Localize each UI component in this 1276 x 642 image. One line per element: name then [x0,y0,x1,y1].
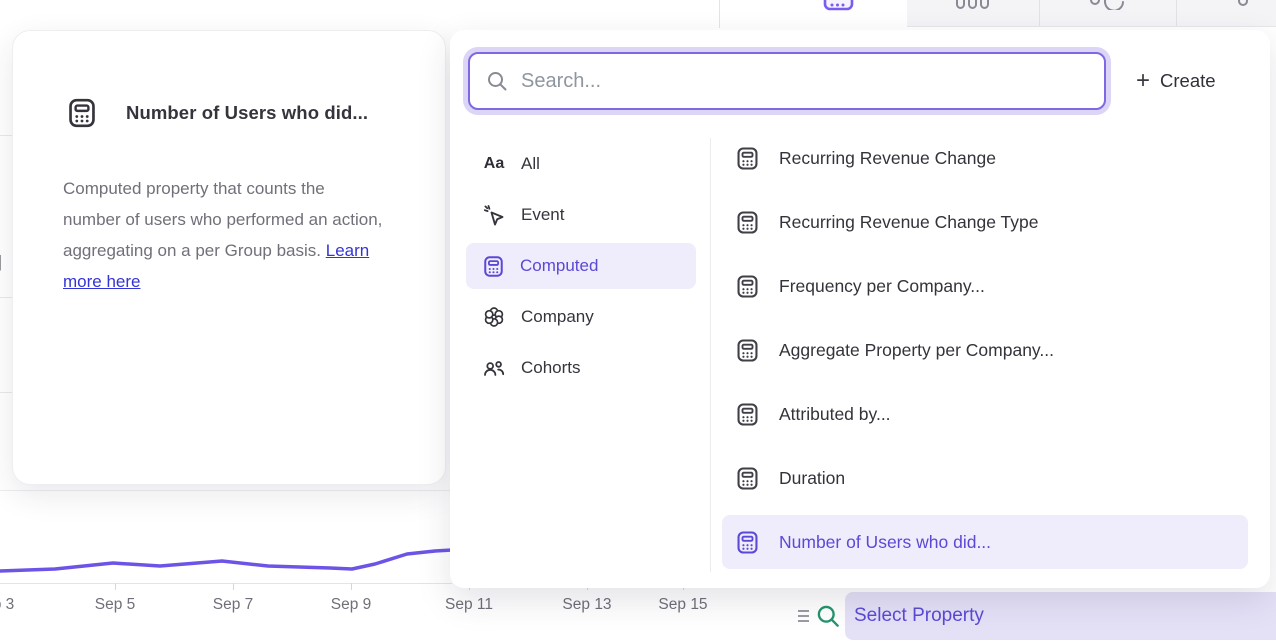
chart-gridline [0,392,12,393]
tooltip-title: Number of Users who did... [126,102,368,124]
select-property-bar: Select Property [790,590,1276,642]
sidebar-item-company[interactable]: Company [466,294,696,340]
category-label: All [521,154,540,174]
flows-icon[interactable] [1235,0,1251,10]
property-label: Number of Users who did... [779,532,991,553]
x-axis-label: Sep 9 [331,596,372,614]
search-icon [485,69,509,93]
x-axis-label: Sep 15 [658,596,707,614]
people-icon [482,356,506,380]
calculator-icon [735,338,760,363]
property-row[interactable]: Recurring Revenue Change Type [722,195,1248,249]
property-label: Recurring Revenue Change [779,148,996,169]
calculator-icon [735,274,760,299]
category-sidebar: Aa All Event Computed [466,141,696,396]
property-selector-panel: + Create Aa All Event [450,30,1270,588]
select-property-input[interactable]: Select Property [845,592,1276,640]
sidebar-item-cohorts[interactable]: Cohorts [466,345,696,391]
property-row[interactable]: Recurring Revenue Change [722,131,1248,185]
flower-icon [482,305,506,329]
desc-line: number of users who performed an action, [63,210,382,229]
funnel-bars-icon[interactable] [955,0,991,10]
learn-more-link[interactable]: more here [63,272,140,291]
search-icon[interactable] [814,602,842,630]
plus-icon: + [1136,69,1150,93]
create-button[interactable]: + Create [1136,52,1216,110]
report-tab-strip [907,0,1276,27]
line-chart [0,538,452,584]
property-label: Recurring Revenue Change Type [779,212,1038,233]
select-property-label: Select Property [854,605,984,627]
calculator-icon [66,97,98,129]
search-input[interactable] [509,54,1104,108]
property-tooltip-card: Number of Users who did... Computed prop… [12,30,446,485]
x-axis-label: Sep 11 [445,596,493,614]
top-divider-line [719,0,720,28]
cursor-sparkle-icon [482,203,506,227]
calculator-icon [735,402,760,427]
tab-active-report[interactable] [768,0,907,30]
retention-icon[interactable] [1089,0,1127,10]
property-row[interactable]: Aggregate Property per Company... [722,323,1248,377]
create-label: Create [1160,70,1216,92]
clipped-legend-fragment: ] [0,252,2,272]
chart-line [0,550,452,571]
text-aa-icon: Aa [482,155,506,173]
desc-line: aggregating on a per Group basis. [63,241,326,260]
sidebar-item-all[interactable]: Aa All [466,141,696,187]
calculator-icon [735,146,760,171]
tab-separator [1176,0,1177,27]
chart-gridline [0,135,12,136]
x-axis-label: Sep 7 [213,596,254,614]
calculator-icon [735,466,760,491]
category-label: Computed [520,256,598,276]
calculator-icon [735,530,760,555]
chart-gridline [0,490,450,491]
chart-gridline [0,297,12,298]
tab-separator [1039,0,1040,27]
x-axis-line [0,583,452,584]
property-label: Duration [779,468,845,489]
drag-handle-icon[interactable] [796,607,812,625]
metrics-icon [823,0,855,12]
sidebar-item-event[interactable]: Event [466,192,696,238]
property-row[interactable]: Number of Users who did... [722,515,1248,569]
property-row[interactable]: Duration [722,451,1248,505]
property-label: Frequency per Company... [779,276,985,297]
category-label: Event [521,205,564,225]
panel-divider [710,138,711,572]
x-axis-label: Sep 13 [562,596,611,614]
desc-line: Computed property that counts the [63,179,325,198]
property-label: Aggregate Property per Company... [779,340,1054,361]
x-axis-label: Sep 5 [95,596,136,614]
calculator-icon [482,255,505,278]
sidebar-item-computed[interactable]: Computed [466,243,696,289]
calculator-icon [735,210,760,235]
search-box[interactable] [468,52,1106,110]
property-list: Recurring Revenue Change Recurring Revenu… [722,131,1248,579]
learn-more-link[interactable]: Learn [326,241,369,260]
property-label: Attributed by... [779,404,891,425]
property-row[interactable]: Frequency per Company... [722,259,1248,313]
property-row[interactable]: Attributed by... [722,387,1248,441]
x-axis-label: Sep 3 [0,596,14,614]
category-label: Company [521,307,594,327]
category-label: Cohorts [521,358,581,378]
x-axis-tick [351,583,352,590]
x-axis-tick [115,583,116,590]
x-axis-tick [233,583,234,590]
tooltip-description: Computed property that counts the number… [63,173,435,297]
